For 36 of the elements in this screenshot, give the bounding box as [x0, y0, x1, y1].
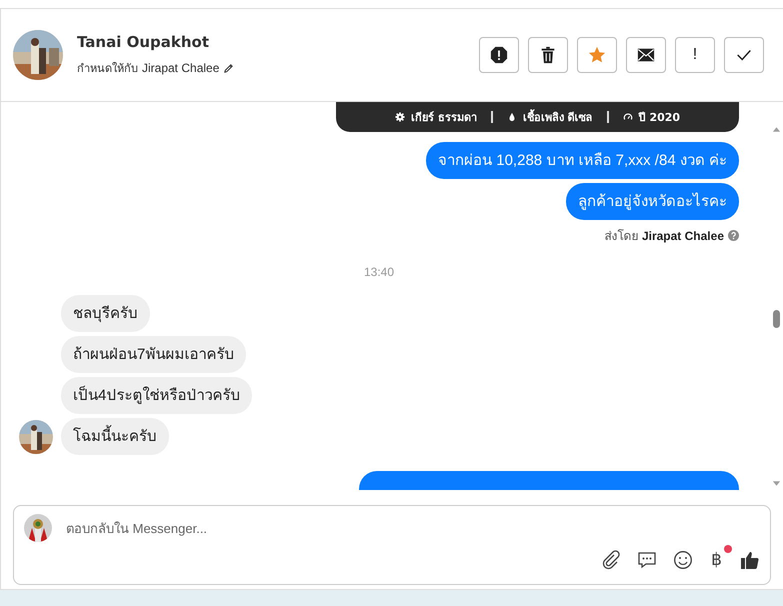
gauge-icon — [622, 112, 633, 122]
timestamp: 13:40 — [364, 265, 394, 279]
sent-message: ลูกค้าอยู่จังหวัดอะไรคะ — [566, 183, 739, 220]
received-message: เป็น4ประตูใช่หรือป่าวครับ — [61, 377, 252, 414]
assigned-label: กำหนดให้กับ — [77, 61, 138, 77]
scroll-down-icon[interactable] — [772, 481, 781, 487]
smiley-icon[interactable] — [673, 550, 694, 570]
important-button[interactable]: ! — [675, 37, 715, 73]
thumbs-up-icon[interactable] — [740, 550, 760, 570]
gear-icon — [394, 112, 405, 122]
car-spec-text: เกียร์ ธรรมดา — [410, 110, 477, 126]
mail-button[interactable] — [626, 37, 666, 73]
assignee-name: Jirapat Chalee — [142, 61, 220, 75]
car-spec-text: เชื้อเพลิง ดีเซล — [522, 108, 593, 126]
star-button[interactable] — [577, 37, 617, 73]
contact-name: Tanai Oupakhot — [77, 33, 210, 51]
received-message: ถ้าผนฝ่อน7พันผมเอาครับ — [61, 336, 246, 373]
paperclip-icon[interactable] — [601, 550, 622, 570]
envelope-icon — [637, 46, 655, 64]
trash-icon — [539, 46, 557, 64]
drop-icon — [506, 112, 517, 122]
comment-icon[interactable] — [637, 550, 658, 570]
alert-button[interactable] — [479, 37, 519, 73]
sent-message: จากผ่อน 10,288 บาท เหลือ 7,xxx /84 งวด ค่ะ — [426, 142, 739, 179]
received-message: โฉมนี้นะครับ — [61, 418, 169, 455]
help-icon[interactable] — [728, 230, 739, 241]
scrollbar-thumb[interactable] — [773, 310, 780, 328]
scroll-up-icon[interactable] — [772, 126, 781, 132]
car-spec-text: ปี 2020 — [638, 110, 680, 126]
baht-button[interactable]: ฿ — [709, 550, 724, 570]
star-icon — [588, 46, 606, 64]
alert-icon — [490, 46, 508, 64]
sent-by-text: ส่งโดย Jirapat Chalee — [604, 228, 724, 245]
received-message: ชลบุรีครับ — [61, 295, 150, 332]
pencil-icon[interactable] — [223, 62, 234, 74]
delete-button[interactable] — [528, 37, 568, 73]
